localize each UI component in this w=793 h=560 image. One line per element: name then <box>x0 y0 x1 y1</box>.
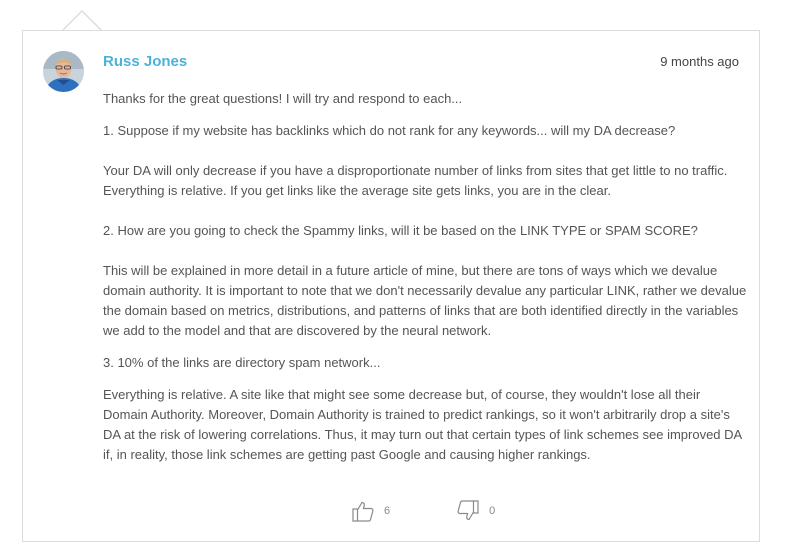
thumbs-up-icon <box>352 501 374 522</box>
comment-author-link[interactable]: Russ Jones <box>103 53 187 70</box>
comment-paragraph: This will be explained in more detail in… <box>103 263 747 338</box>
comment-paragraph: Thanks for the great questions! I will t… <box>103 91 463 106</box>
comment-paragraph: 2. How are you going to check the Spammy… <box>103 223 698 238</box>
upvote-count: 6 <box>384 505 391 517</box>
comment-body: Thanks for the great questions! I will t… <box>103 89 748 465</box>
comment-pointer-caret <box>62 10 102 31</box>
comment-paragraph: Your DA will only decrease if you have a… <box>103 163 728 198</box>
comment-paragraph: 1. Suppose if my website has backlinks w… <box>103 123 676 138</box>
avatar[interactable] <box>43 51 84 92</box>
comment-timestamp: 9 months ago <box>660 54 739 69</box>
comment-paragraph: 3. 10% of the links are directory spam n… <box>103 355 381 370</box>
vote-bar: 6 0 <box>351 497 495 525</box>
comment-paragraph: Everything is relative. A site like that… <box>103 387 742 462</box>
user-avatar-icon <box>43 51 84 92</box>
downvote-button[interactable]: 0 <box>456 499 495 523</box>
downvote-count: 0 <box>489 505 496 517</box>
comment-card: Russ Jones 9 months ago Thanks for the g… <box>22 30 760 542</box>
thumbs-down-icon <box>457 500 479 521</box>
upvote-button[interactable]: 6 <box>351 499 390 523</box>
